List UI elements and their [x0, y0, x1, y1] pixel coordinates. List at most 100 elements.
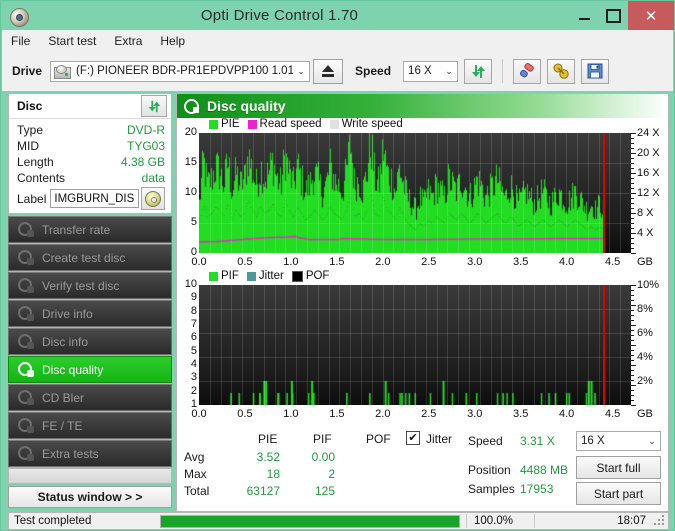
disc-label-icon-button[interactable]	[141, 187, 165, 210]
y2-tick-label: 8 X	[637, 207, 654, 219]
save-button[interactable]	[581, 58, 610, 84]
pif-chart[interactable]: PIF Jitter POF 10 9 8 7 6 5 4 3 2 1 10% 8% 6% 4% 2% 0.0 0.…	[177, 270, 668, 425]
x-tick-label: 2.5	[421, 408, 437, 420]
gridline-v	[512, 285, 513, 405]
menu-item-extra[interactable]: Extra	[105, 32, 151, 50]
pie-chart[interactable]: PIE Read speed Write speed 20 15 10 5 0 24 X 20 …	[177, 118, 668, 273]
sidebar-item-label: Disc info	[42, 334, 89, 349]
gridline-v	[361, 285, 362, 405]
start-part-button[interactable]: Start part	[576, 482, 661, 505]
y-tick-label: 2	[190, 384, 197, 397]
disc-label-input[interactable]: IMGBURN_DIS	[50, 189, 139, 208]
content-panel: Disc quality PIE Read speed Write speed 20…	[176, 93, 669, 512]
legend-swatch	[247, 119, 257, 129]
close-button[interactable]: ✕	[628, 1, 674, 30]
x-tick-label: 0.0	[191, 408, 207, 420]
gauge-icon	[17, 417, 35, 435]
menu-item-start-test[interactable]: Start test	[39, 32, 105, 50]
drive-icon	[54, 64, 72, 79]
jitter-checkbox[interactable]: ✔	[406, 431, 420, 445]
disc-row-length: Length 4.38 GB	[17, 154, 165, 170]
disc-label-key: Label	[17, 191, 47, 206]
gridline-v	[491, 285, 492, 405]
pie-chart-plot[interactable]	[199, 133, 631, 253]
y-tick-label: 5	[190, 216, 197, 228]
test-speed-select[interactable]: 16 X ⌄	[576, 431, 661, 451]
page-title: Disc quality	[207, 98, 286, 114]
disc-info-rows: Type DVD-R MID TYG03 Length 4.38 GB Cont…	[9, 119, 171, 213]
gauge-icon	[17, 277, 35, 295]
gauge-icon	[17, 249, 35, 267]
gridline-v	[318, 285, 319, 405]
disc-refresh-button[interactable]	[141, 95, 167, 117]
left-panel: Disc Type DVD-R MID TYG03 Length 4.38 GB…	[8, 93, 172, 512]
stats-pie-avg: 3.52	[256, 450, 280, 464]
sidebar-item-extra-tests[interactable]: Extra tests	[8, 440, 172, 467]
y-tick-label: 3	[190, 371, 197, 384]
sidebar-item-label: Transfer rate	[42, 222, 111, 237]
sidebar-item-drive-info[interactable]: Drive info	[8, 300, 172, 327]
x-tick-label: 4.0	[559, 408, 575, 420]
legend-item: PIF	[209, 270, 239, 282]
resize-grip-icon[interactable]	[654, 515, 666, 527]
menu-item-help[interactable]: Help	[151, 32, 194, 50]
disc-row-key: Contents	[17, 171, 66, 185]
y2-tick-label: 8%	[637, 303, 653, 315]
pif-chart-plot[interactable]	[199, 285, 631, 405]
x-tick-label: 1.0	[283, 256, 299, 268]
legend-swatch	[291, 270, 303, 282]
toolbar: Drive (F:) PIONEER BDR-PR1EPDVPP100 1.01…	[2, 51, 673, 91]
samples-stat-label: Samples	[468, 482, 515, 496]
speed-stat-value: 3.31 X	[520, 434, 555, 448]
disc-quality-icon	[184, 98, 199, 114]
disc-row-key: MID	[17, 139, 39, 153]
position-marker	[603, 133, 605, 253]
eject-button[interactable]	[313, 58, 344, 84]
legend-item: Jitter	[246, 270, 284, 282]
tools-button[interactable]	[547, 58, 576, 84]
gridline-v	[350, 285, 351, 405]
maximize-button[interactable]	[599, 1, 628, 30]
stats-row-max: Max	[184, 467, 207, 481]
position-marker	[603, 285, 605, 405]
refresh-icon	[148, 100, 160, 112]
speed-select-value: 16 X	[408, 65, 432, 77]
sidebar-nav: Transfer rate Create test disc Verify te…	[8, 216, 172, 508]
gridline-v	[609, 285, 610, 405]
sidebar-item-label: CD Bler	[42, 390, 85, 405]
gridline-v	[253, 285, 254, 405]
y2-tick-label: 4 X	[637, 227, 654, 239]
sidebar-item-label: Verify test disc	[42, 278, 120, 293]
sidebar-item-cd-bler[interactable]: CD Bler	[8, 384, 172, 411]
gridline-v	[523, 285, 524, 405]
disc-row-contents: Contents data	[17, 170, 165, 186]
gridline-v	[501, 285, 502, 405]
erase-button[interactable]	[513, 58, 542, 84]
minimize-button[interactable]	[570, 1, 599, 30]
stats-header-pif: PIF	[313, 432, 332, 446]
sidebar-item-transfer-rate[interactable]: Transfer rate	[8, 216, 172, 243]
drive-select[interactable]: (F:) PIONEER BDR-PR1EPDVPP100 1.01 ⌄	[50, 60, 311, 82]
gauge-icon	[17, 389, 35, 407]
menu-item-file[interactable]: File	[2, 32, 39, 50]
stats-pif-max: 2	[328, 467, 335, 481]
gridline-h	[199, 163, 631, 164]
sidebar-item-disc-quality[interactable]: Disc quality	[8, 356, 172, 383]
status-window-button[interactable]: Status window > >	[8, 486, 172, 508]
disc-info-header: Disc	[9, 94, 171, 119]
drive-label: Drive	[12, 64, 43, 78]
speed-select[interactable]: 16 X ⌄	[403, 60, 459, 82]
sidebar-item-disc-info[interactable]: Disc info	[8, 328, 172, 355]
refresh-button[interactable]	[464, 58, 493, 84]
disc-row-key: Length	[17, 155, 54, 169]
sidebar-item-fe-te[interactable]: FE / TE	[8, 412, 172, 439]
legend-swatch	[329, 119, 339, 129]
x-tick-label: 4.0	[559, 256, 575, 268]
sidebar-item-verify-test-disc[interactable]: Verify test disc	[8, 272, 172, 299]
sidebar-item-create-test-disc[interactable]: Create test disc	[8, 244, 172, 271]
start-full-button[interactable]: Start full	[576, 456, 661, 479]
gridline-v	[285, 285, 286, 405]
x-axis-unit: GB	[637, 408, 653, 420]
sidebar-item-label: Extra tests	[42, 446, 99, 461]
disc-row-value: TYG03	[126, 139, 165, 153]
